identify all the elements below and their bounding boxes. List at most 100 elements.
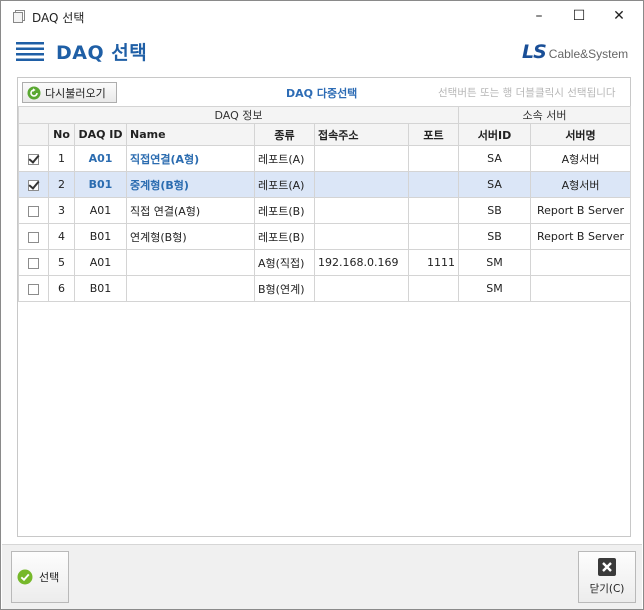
cell-server-name: Report B Server — [529, 197, 632, 224]
cell-server-name: A형서버 — [529, 145, 632, 172]
cell-server-id: SA — [458, 171, 531, 198]
col-no[interactable]: No — [48, 123, 75, 146]
row-checkbox-cell[interactable] — [18, 223, 49, 250]
cell-server-id: SB — [458, 223, 531, 250]
table-column-header: No DAQ ID Name 종류 접속주소 포트 서버ID 서버명 — [18, 123, 632, 146]
table-row[interactable]: 4 B01 연계형(B형) 레포트(B) SB Report B Server — [18, 223, 632, 250]
reload-button-label: 다시불러오기 — [45, 86, 106, 100]
table-row[interactable]: 3 A01 직접 연결(A형) 레포트(B) SB Report B Serve… — [18, 197, 632, 224]
cell-address: 192.168.0.169 — [314, 249, 409, 276]
col-daq-id[interactable]: DAQ ID — [74, 123, 127, 146]
col-check[interactable] — [18, 123, 49, 146]
header: DAQ 선택 LS Cable&System — [2, 31, 642, 71]
row-checkbox-cell[interactable] — [18, 249, 49, 276]
cell-server-id: SM — [458, 275, 531, 302]
cell-server-name: A형서버 — [529, 171, 632, 198]
cell-address — [314, 223, 409, 250]
daq-select-window: DAQ 선택 – ☐ ✕ DAQ 선택 LS Cable&System 다시불러… — [0, 0, 644, 610]
cell-daq-id: A01 — [74, 197, 127, 224]
col-name[interactable]: Name — [126, 123, 255, 146]
check-circle-icon — [17, 569, 33, 585]
maximize-button[interactable]: ☐ — [557, 1, 601, 31]
col-server-id[interactable]: 서버ID — [458, 123, 531, 146]
row-checkbox[interactable] — [28, 231, 39, 243]
select-button-label: 선택 — [39, 571, 60, 584]
cell-address — [314, 171, 409, 198]
row-checkbox-cell[interactable] — [18, 171, 49, 198]
select-button[interactable]: 선택 — [11, 551, 69, 603]
cell-port — [408, 197, 459, 224]
cell-daq-id: A01 — [74, 249, 127, 276]
col-port[interactable]: 포트 — [408, 123, 459, 146]
cell-name — [126, 249, 255, 276]
cell-name: 직접연결(A형) — [126, 145, 255, 172]
cell-no: 1 — [48, 145, 75, 172]
cell-no: 3 — [48, 197, 75, 224]
row-checkbox-cell[interactable] — [18, 275, 49, 302]
cell-no: 6 — [48, 275, 75, 302]
minimize-button[interactable]: – — [517, 1, 561, 31]
page-title: DAQ 선택 — [56, 42, 148, 64]
cell-type: B형(연계) — [254, 275, 315, 302]
daq-table: DAQ 정보 소속 서버 No DAQ ID Name 종류 접속주소 포트 서… — [18, 106, 632, 302]
close-button-label: 닫기(C) — [589, 583, 625, 595]
cell-no: 4 — [48, 223, 75, 250]
row-checkbox[interactable] — [28, 153, 39, 165]
footer-bar: 선택 닫기(C) — [2, 544, 642, 609]
list-toolbar: 다시불러오기 DAQ 다중선택 선택버튼 또는 행 더블클릭시 선택됩니다 — [18, 78, 630, 106]
cell-port — [408, 145, 459, 172]
cell-address — [314, 197, 409, 224]
col-address[interactable]: 접속주소 — [314, 123, 409, 146]
window-app-icon — [13, 10, 25, 23]
row-checkbox[interactable] — [28, 205, 39, 217]
cell-server-name: Report B Server — [529, 223, 632, 250]
cell-address — [314, 145, 409, 172]
table-row[interactable]: 6 B01 B형(연계) SM — [18, 275, 632, 302]
window-close-button[interactable]: ✕ — [597, 1, 641, 31]
row-checkbox[interactable] — [28, 257, 39, 269]
cell-name — [126, 275, 255, 302]
cell-name: 중계형(B형) — [126, 171, 255, 198]
cell-no: 2 — [48, 171, 75, 198]
row-checkbox-cell[interactable] — [18, 197, 49, 224]
table-row[interactable]: 5 A01 A형(직접) 192.168.0.169 1111 SM — [18, 249, 632, 276]
row-checkbox[interactable] — [28, 283, 39, 295]
table-row[interactable]: 1 A01 직접연결(A형) 레포트(A) SA A형서버 — [18, 145, 632, 172]
group-server: 소속 서버 — [457, 106, 632, 124]
group-daq-info: DAQ 정보 — [18, 106, 459, 124]
daq-list-panel: 다시불러오기 DAQ 다중선택 선택버튼 또는 행 더블클릭시 선택됩니다 DA… — [17, 77, 632, 537]
cell-address — [314, 275, 409, 302]
cell-daq-id: B01 — [74, 171, 127, 198]
logo-cable-system: Cable&System — [548, 46, 629, 61]
table-body: 1 A01 직접연결(A형) 레포트(A) SA A형서버 2 B01 중계형(… — [18, 145, 632, 302]
list-menu-icon — [16, 42, 44, 61]
row-checkbox[interactable] — [28, 179, 39, 191]
logo-ls: LS — [522, 41, 547, 63]
cell-port — [408, 223, 459, 250]
row-checkbox-cell[interactable] — [18, 145, 49, 172]
cell-server-name — [529, 275, 632, 302]
cell-server-id: SM — [458, 249, 531, 276]
reload-button[interactable]: 다시불러오기 — [22, 82, 117, 103]
cell-daq-id: B01 — [74, 223, 127, 250]
refresh-icon — [27, 86, 41, 99]
cell-port — [408, 171, 459, 198]
table-group-header: DAQ 정보 소속 서버 — [18, 106, 632, 124]
cell-server-id: SB — [458, 197, 531, 224]
cell-server-name — [529, 249, 632, 276]
multi-select-title: DAQ 다중선택 — [286, 87, 358, 100]
window-title: DAQ 선택 — [32, 11, 85, 25]
cell-type: 레포트(B) — [254, 197, 315, 224]
col-type[interactable]: 종류 — [254, 123, 315, 146]
cell-name: 직접 연결(A형) — [126, 197, 255, 224]
cell-port: 1111 — [408, 249, 459, 276]
selection-hint: 선택버튼 또는 행 더블클릭시 선택됩니다 — [438, 87, 616, 99]
close-button[interactable]: 닫기(C) — [578, 551, 636, 603]
cell-server-id: SA — [458, 145, 531, 172]
cell-type: 레포트(B) — [254, 223, 315, 250]
cell-daq-id: B01 — [74, 275, 127, 302]
cell-no: 5 — [48, 249, 75, 276]
cell-daq-id: A01 — [74, 145, 127, 172]
table-row[interactable]: 2 B01 중계형(B형) 레포트(A) SA A형서버 — [18, 171, 632, 198]
col-server-name[interactable]: 서버명 — [529, 123, 632, 146]
